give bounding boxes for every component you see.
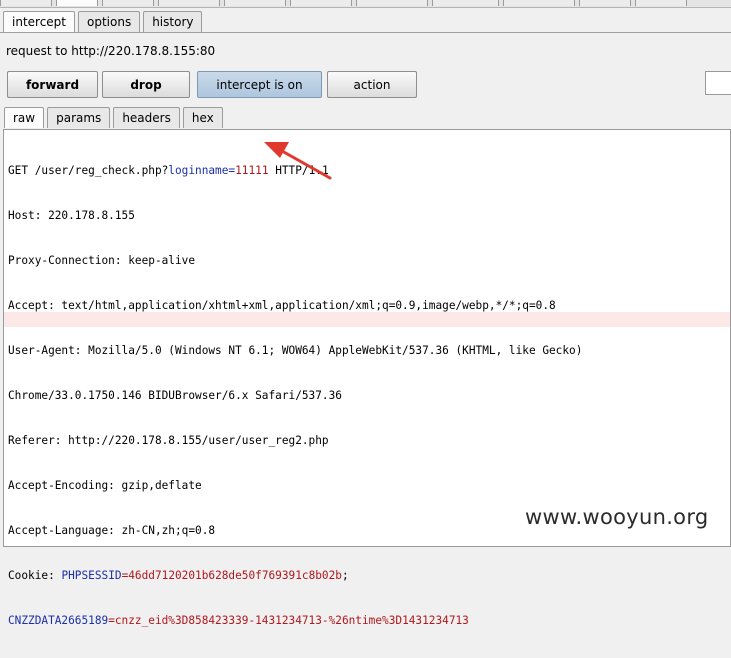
cookie-label: Cookie:: [8, 569, 62, 582]
cookie-separator: ;: [341, 569, 349, 582]
cookie-name: PHPSESSID: [61, 569, 122, 582]
annotation-arrow-icon: [264, 142, 332, 180]
watermark: www.wooyun.org: [525, 505, 709, 529]
cookie-value: =cnzz_eid%3D858423339-1431234713-%26ntim…: [108, 614, 469, 627]
header-cookie: Cookie: PHPSESSID=46dd7120201b628de50f76…: [8, 568, 582, 583]
header-cookie-cont: CNZZDATA2665189=cnzz_eid%3D858423339-143…: [8, 613, 582, 628]
cookie-name: CNZZDATA2665189: [8, 614, 109, 627]
cookie-value: =46dd7120201b628de50f769391c8b02b: [121, 569, 342, 582]
